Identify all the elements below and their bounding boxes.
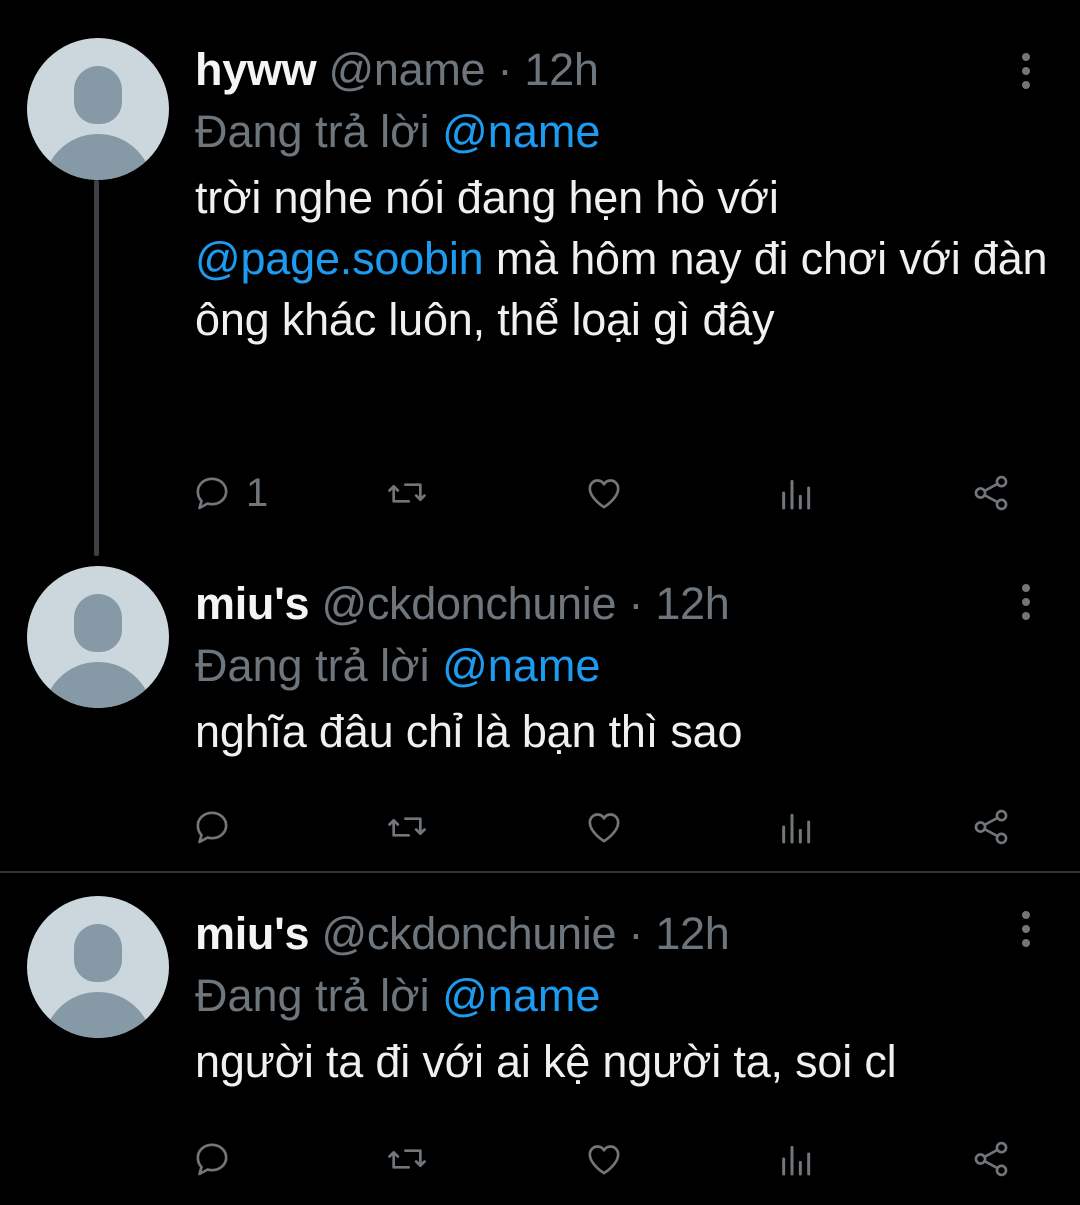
tweet-text: người ta đi với ai kệ người ta, soi cl [195, 1036, 897, 1087]
retweet-button[interactable] [385, 468, 429, 518]
like-button[interactable] [583, 802, 625, 852]
action-bar: 1 [192, 468, 1022, 518]
replying-to: Đang trả lời @name [195, 636, 1050, 696]
reply-button[interactable] [192, 802, 246, 852]
reply-button[interactable] [192, 1134, 246, 1184]
reply-mention[interactable]: @name [442, 640, 600, 691]
views-button[interactable] [777, 802, 817, 852]
handle[interactable]: @name [329, 44, 486, 95]
avatar[interactable] [27, 38, 169, 180]
separator: · [628, 578, 644, 629]
share-icon [974, 1141, 1008, 1177]
like-icon [588, 479, 620, 509]
tweet-header: miu's @ckdonchunie · 12h [195, 906, 1050, 962]
reply-mention[interactable]: @name [442, 970, 600, 1021]
timestamp[interactable]: 12h [655, 578, 729, 629]
timestamp[interactable]: 12h [655, 908, 729, 959]
replying-to: Đang trả lời @name [195, 102, 1050, 162]
reply-prefix: Đang trả lời [195, 106, 430, 157]
reply-prefix: Đang trả lời [195, 970, 430, 1021]
display-name[interactable]: miu's [195, 908, 310, 959]
more-vertical-icon[interactable] [1022, 584, 1030, 626]
tweet-text: nghĩa đâu chỉ là bạn thì sao [195, 706, 743, 757]
tweet-header: hyww @name · 12h [195, 42, 1050, 98]
thread-connector [94, 180, 99, 556]
reply-count: 1 [246, 470, 269, 515]
tweet-text: trời nghe nói đang hẹn hò với @page.soob… [195, 167, 1050, 350]
retweet-icon [388, 817, 426, 837]
tweet-content: miu's @ckdonchunie · 12h Đang trả lời @n… [195, 906, 1050, 1092]
tweet-text-part: trời nghe nói đang hẹn hò với [195, 172, 779, 223]
retweet-button[interactable] [385, 1134, 429, 1184]
tweet[interactable]: miu's @ckdonchunie · 12h Đang trả lời @n… [0, 556, 1080, 870]
reply-prefix: Đang trả lời [195, 640, 430, 691]
tweet-divider [0, 871, 1080, 873]
separator: · [497, 44, 513, 95]
like-icon [588, 813, 620, 843]
views-button[interactable] [777, 1134, 817, 1184]
like-icon [588, 1145, 620, 1175]
action-bar [192, 802, 1022, 852]
handle[interactable]: @ckdonchunie [321, 908, 616, 959]
tweet[interactable]: miu's @ckdonchunie · 12h Đang trả lời @n… [0, 876, 1080, 1205]
reply-icon [196, 477, 228, 510]
views-button[interactable] [777, 468, 817, 518]
tweet-header: miu's @ckdonchunie · 12h [195, 576, 1050, 632]
mention-link[interactable]: @page.soobin [195, 233, 484, 284]
reply-icon [196, 1143, 228, 1176]
tweet-content: hyww @name · 12h Đang trả lời @name trời… [195, 42, 1050, 350]
retweet-icon [388, 1149, 426, 1169]
share-button[interactable] [970, 1134, 1012, 1184]
avatar[interactable] [27, 896, 169, 1038]
retweet-button[interactable] [385, 802, 429, 852]
action-bar [192, 1134, 1022, 1184]
share-icon [974, 475, 1008, 511]
timestamp[interactable]: 12h [524, 44, 598, 95]
reply-mention[interactable]: @name [442, 106, 600, 157]
more-vertical-icon[interactable] [1022, 911, 1030, 953]
share-button[interactable] [970, 802, 1012, 852]
display-name[interactable]: hyww [195, 44, 317, 95]
retweet-icon [388, 483, 426, 503]
like-button[interactable] [583, 1134, 625, 1184]
share-icon [974, 809, 1008, 845]
avatar[interactable] [27, 566, 169, 708]
display-name[interactable]: miu's [195, 578, 310, 629]
reply-icon [196, 811, 228, 844]
more-vertical-icon[interactable] [1022, 53, 1030, 95]
tweet-content: miu's @ckdonchunie · 12h Đang trả lời @n… [195, 576, 1050, 762]
views-icon [782, 1145, 811, 1176]
reply-button[interactable]: 1 [192, 468, 268, 518]
replying-to: Đang trả lời @name [195, 966, 1050, 1026]
handle[interactable]: @ckdonchunie [321, 578, 616, 629]
views-icon [782, 479, 811, 510]
like-button[interactable] [583, 468, 625, 518]
share-button[interactable] [970, 468, 1012, 518]
tweet[interactable]: hyww @name · 12h Đang trả lời @name trời… [0, 0, 1080, 552]
separator: · [628, 908, 644, 959]
views-icon [782, 813, 811, 844]
